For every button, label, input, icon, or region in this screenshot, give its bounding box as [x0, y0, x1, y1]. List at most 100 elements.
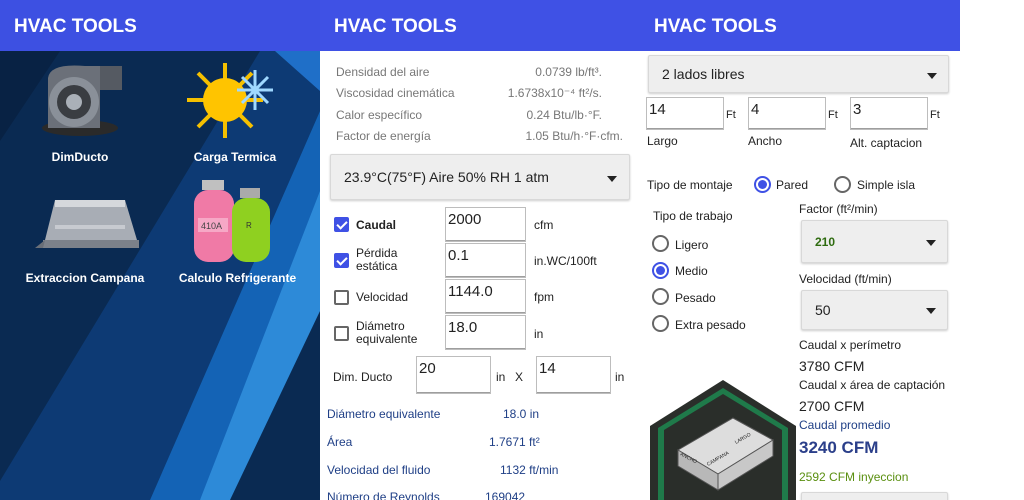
- extra-pesado-radio[interactable]: [652, 315, 669, 332]
- svg-text:410A: 410A: [201, 221, 222, 231]
- caudal-checkbox[interactable]: [334, 217, 349, 232]
- perdida-input[interactable]: 0.1: [445, 243, 526, 278]
- velocity-label: Velocidad (ft/min): [799, 272, 892, 286]
- caudal-unit: cfm: [534, 218, 554, 232]
- altura-unit: Ft: [930, 109, 940, 121]
- medio-radio[interactable]: [652, 262, 669, 279]
- perimeter-label: Caudal x perímetro: [799, 338, 902, 352]
- fan-blower-icon: [42, 65, 122, 136]
- calculo-refrigerante-tile[interactable]: 410A R Calculo Refrigerante: [179, 180, 300, 290]
- app-title: HVAC TOOLS: [0, 0, 320, 51]
- property-label: Densidad del aire: [336, 65, 430, 79]
- dim-a-unit: in: [496, 370, 506, 384]
- diametro-checkbox[interactable]: [334, 326, 349, 341]
- perdida-unit: in.WC/100ft: [534, 254, 597, 268]
- property-label: Factor de energía: [336, 129, 431, 143]
- tile-label-refrigerante: Calculo Refrigerante: [178, 271, 297, 285]
- property-value: 0.0739 lb/ft³.: [535, 65, 602, 79]
- pared-label: Pared: [776, 178, 809, 192]
- air-condition-dropdown[interactable]: 23.9°C(75°F) Aire 50% RH 1 atm: [330, 154, 630, 200]
- property-value: 1.6738x10⁻⁴ ft²/s.: [507, 86, 602, 100]
- app-title: HVAC TOOLS: [320, 0, 640, 51]
- pesado-radio[interactable]: [652, 288, 669, 305]
- dim-b-input[interactable]: 14: [536, 356, 611, 394]
- sides-dropdown[interactable]: 2 lados libres: [648, 55, 949, 93]
- factor-value: 210: [815, 234, 836, 249]
- perimeter-value: 3780 CFM: [799, 358, 865, 374]
- perdida-label: Pérdida estática: [356, 246, 398, 273]
- largo-unit: Ft: [726, 109, 736, 121]
- chevron-down-icon: [607, 176, 617, 182]
- ancho-unit: Ft: [828, 109, 838, 121]
- injection-value: 2592 CFM inyeccion: [799, 470, 909, 484]
- hood-extraction-screen: HVAC TOOLS 2 lados libres 14 Ft Largo 4 …: [640, 0, 960, 500]
- duct-sizing-screen: HVAC TOOLS Densidad del aire 0.0739 lb/f…: [320, 0, 640, 500]
- altura-input[interactable]: 3: [850, 97, 928, 130]
- hood-diagram-icon: ANCHO CAMPANA LARGO: [650, 380, 796, 500]
- largo-label: Largo: [647, 134, 678, 148]
- tile-label-carga: Carga Termica: [193, 150, 277, 164]
- avg-value: 3240 CFM: [799, 438, 879, 457]
- dimducto-tile[interactable]: DimDucto: [30, 58, 130, 168]
- diametro-unit: in: [534, 327, 544, 341]
- velocity-dropdown[interactable]: 50: [801, 290, 948, 330]
- dim-a-input[interactable]: 20: [416, 356, 491, 394]
- property-value: 1.05 Btu/h·°F·cfm.: [525, 129, 624, 143]
- altura-label: Alt. captacion: [850, 136, 923, 150]
- mount-label: Tipo de montaje: [647, 178, 733, 192]
- result-value: 1.7671 ft²: [489, 435, 540, 449]
- result-label: Número de Reynolds: [327, 490, 440, 500]
- sides-value: 2 lados libres: [662, 66, 745, 82]
- velocidad-unit: fpm: [534, 290, 555, 304]
- velocity-value: 50: [815, 302, 831, 318]
- velocidad-input[interactable]: 1144.0: [445, 279, 526, 314]
- dim-ducto-label: Dim. Ducto: [333, 370, 393, 384]
- ancho-input[interactable]: 4: [748, 97, 826, 130]
- property-label: Viscosidad cinemática: [336, 86, 455, 100]
- property-label: Calor específico: [336, 108, 423, 122]
- app-title: HVAC TOOLS: [640, 0, 960, 51]
- diametro-input[interactable]: 18.0: [445, 315, 526, 350]
- velocidad-checkbox[interactable]: [334, 290, 349, 305]
- sun-snowflake-icon: [187, 63, 273, 138]
- extra-pesado-label: Extra pesado: [675, 318, 746, 332]
- pared-radio[interactable]: [754, 176, 771, 193]
- area-label: Caudal x área de captación: [799, 378, 946, 392]
- bottom-dropdown[interactable]: [801, 492, 948, 500]
- extraccion-campana-tile[interactable]: Extraccion Campana: [15, 185, 145, 295]
- diametro-label: Diámetro equivalente: [356, 319, 418, 346]
- ligero-radio[interactable]: [652, 235, 669, 252]
- chevron-down-icon: [927, 73, 937, 79]
- tile-label-extraccion: Extraccion Campana: [25, 271, 145, 285]
- factor-dropdown[interactable]: 210: [801, 220, 948, 263]
- refrigerant-tanks-icon: 410A R: [194, 180, 270, 262]
- largo-input[interactable]: 14: [646, 97, 724, 130]
- factor-label: Factor (ft²/min): [799, 202, 878, 216]
- isla-radio[interactable]: [834, 176, 851, 193]
- dim-b-unit: in: [615, 370, 625, 384]
- result-label: Velocidad del fluido: [327, 463, 431, 477]
- chevron-down-icon: [926, 308, 936, 314]
- velocidad-label: Velocidad: [356, 290, 409, 304]
- ancho-label: Ancho: [748, 134, 783, 148]
- work-label: Tipo de trabajo: [653, 209, 733, 223]
- result-value: 1132 ft/min: [500, 463, 559, 477]
- chevron-down-icon: [926, 240, 936, 246]
- caudal-input[interactable]: 2000: [445, 207, 526, 242]
- result-value: 18.0 in: [503, 407, 540, 421]
- svg-text:R: R: [246, 221, 252, 230]
- property-value: 0.24 Btu/lb·°F.: [526, 108, 602, 122]
- result-value: 169042: [485, 490, 526, 500]
- pesado-label: Pesado: [675, 291, 716, 305]
- tile-label-dimducto: DimDucto: [51, 150, 109, 164]
- caudal-label: Caudal: [356, 218, 397, 232]
- hood-icon: [35, 200, 139, 248]
- dim-x-label: X: [515, 370, 524, 384]
- carga-termica-tile[interactable]: Carga Termica: [185, 58, 285, 168]
- result-label: Diámetro equivalente: [327, 407, 441, 421]
- ligero-label: Ligero: [675, 238, 709, 252]
- result-label: Área: [327, 435, 353, 449]
- main-menu-screen: HVAC TOOLS DimDucto Carga Termica Extrac…: [0, 0, 320, 500]
- perdida-checkbox[interactable]: [334, 253, 349, 268]
- medio-label: Medio: [675, 264, 708, 278]
